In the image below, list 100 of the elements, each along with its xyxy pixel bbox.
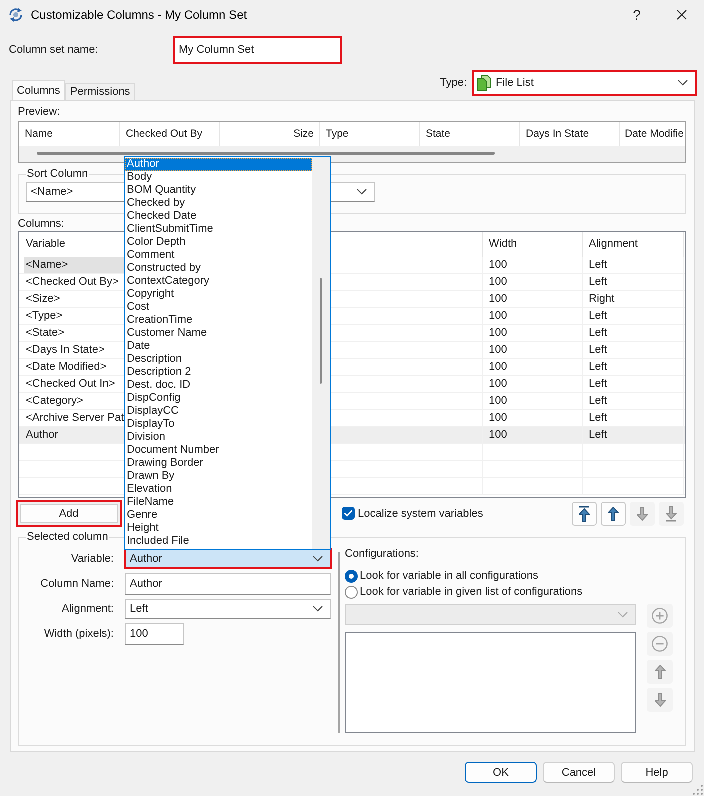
number-field[interactable]: 100 bbox=[125, 623, 184, 645]
field-label: Column Name: bbox=[40, 578, 114, 590]
dialog-button[interactable]: OK bbox=[465, 762, 537, 783]
chevron-down-icon bbox=[678, 80, 688, 86]
table-cell: 100 bbox=[483, 257, 583, 273]
table-cell: 100 bbox=[483, 410, 583, 426]
list-item[interactable]: Drawing Border bbox=[125, 457, 312, 470]
table-cell-text: <Archive Server Pat bbox=[25, 411, 124, 426]
move-top-button[interactable] bbox=[572, 502, 597, 526]
arrow-down-icon bbox=[637, 506, 648, 520]
radio-label: Look for variable in all configurations bbox=[360, 570, 539, 582]
arrow-up-to-line-icon bbox=[579, 506, 590, 522]
table-cell-text: <Date Modified> bbox=[25, 360, 108, 375]
table-cell: 100 bbox=[483, 427, 583, 443]
list-item[interactable]: Division bbox=[125, 431, 312, 444]
checkmark-icon bbox=[344, 510, 353, 517]
list-item[interactable]: ContextCategory bbox=[125, 275, 312, 288]
radio-label: Look for variable in given list of configurations bbox=[360, 586, 583, 598]
dialog-button[interactable]: Cancel bbox=[543, 762, 615, 783]
chevron-down-icon bbox=[313, 556, 323, 562]
column-header: Variable bbox=[25, 237, 67, 252]
list-item[interactable]: Date bbox=[125, 340, 312, 353]
circular-arrows-icon bbox=[8, 7, 24, 23]
table-cell: Left bbox=[583, 427, 684, 443]
list-item[interactable]: Author bbox=[125, 158, 312, 171]
table-cell: 100 bbox=[483, 393, 583, 409]
list-item[interactable]: Checked Date bbox=[125, 210, 312, 223]
minus-circle-icon bbox=[652, 636, 668, 652]
table-cell: Left bbox=[583, 393, 684, 409]
table-cell: Left bbox=[583, 257, 684, 273]
list-item[interactable]: Constructed by bbox=[125, 262, 312, 275]
list-item[interactable]: Genre bbox=[125, 509, 312, 522]
table-cell: Left bbox=[583, 376, 684, 392]
table-cell: 100 bbox=[483, 342, 583, 358]
list-item[interactable]: Height bbox=[125, 522, 312, 535]
list-item[interactable]: BOM Quantity bbox=[125, 184, 312, 197]
field-label: Column set name: bbox=[9, 44, 100, 56]
dropdown[interactable]: File List bbox=[472, 70, 697, 96]
checkbox[interactable] bbox=[342, 507, 355, 520]
field-label: Type: bbox=[440, 77, 467, 89]
column-header: Date Modifie bbox=[624, 127, 685, 142]
column-header: Type bbox=[320, 122, 420, 146]
list-item[interactable]: ClientSubmitTime bbox=[125, 223, 312, 236]
list-item[interactable]: Drawn By bbox=[125, 470, 312, 483]
add-button[interactable]: Add bbox=[16, 500, 122, 527]
table-cell: <Name> bbox=[24, 257, 124, 273]
text-field[interactable]: My Column Set bbox=[173, 36, 342, 64]
table-cell-text: <Type> bbox=[25, 309, 64, 324]
list-item[interactable]: Elevation bbox=[125, 483, 312, 496]
list-item[interactable]: CreationTime bbox=[125, 314, 312, 327]
list-item[interactable]: Color Depth bbox=[125, 236, 312, 249]
list-item[interactable]: DispConfig bbox=[125, 392, 312, 405]
resize-grip-icon bbox=[693, 785, 703, 795]
tab[interactable]: Permissions bbox=[65, 83, 136, 100]
table-cell: Left bbox=[583, 342, 684, 358]
radio-button[interactable] bbox=[345, 570, 358, 582]
arrow-down-to-line-icon bbox=[666, 506, 677, 522]
table-cell-text: <Checked Out In> bbox=[25, 377, 116, 392]
arrow-up-icon bbox=[608, 506, 619, 520]
scrollbar[interactable] bbox=[312, 157, 330, 549]
dialog-button[interactable]: Help bbox=[621, 762, 693, 783]
dropdown[interactable]: Author bbox=[124, 548, 332, 569]
scrollbar-thumb[interactable] bbox=[37, 152, 495, 155]
arrow-down-icon bbox=[654, 693, 666, 707]
list-item[interactable]: Copyright bbox=[125, 288, 312, 301]
list-item[interactable]: Document Number bbox=[125, 444, 312, 457]
arrow-up-icon bbox=[654, 665, 666, 679]
table-cell: 100 bbox=[483, 308, 583, 324]
table-cell-text: <Size> bbox=[25, 292, 62, 307]
list-item[interactable]: Dest. doc. ID bbox=[125, 379, 312, 392]
column-header: Size bbox=[220, 122, 320, 146]
table-cell: 100 bbox=[483, 274, 583, 290]
list-item[interactable]: Included File bbox=[125, 535, 312, 548]
list-item[interactable]: Description 2 bbox=[125, 366, 312, 379]
scrollbar-thumb[interactable] bbox=[320, 278, 322, 384]
field-label: Variable: bbox=[71, 552, 114, 564]
text-field[interactable]: Author bbox=[125, 573, 331, 595]
table-cell: 100 bbox=[483, 291, 583, 307]
chevron-down-icon bbox=[313, 606, 323, 612]
table-cell: Left bbox=[583, 308, 684, 324]
group-title: Sort Column bbox=[26, 167, 90, 181]
tab[interactable]: Columns bbox=[12, 80, 66, 101]
table-cell: Left bbox=[583, 274, 684, 290]
dropdown[interactable]: Left bbox=[125, 599, 331, 619]
table-cell: 100 bbox=[483, 376, 583, 392]
column-header: Checked Out By bbox=[120, 122, 220, 146]
chevron-down-icon bbox=[618, 612, 628, 618]
section-label: Preview: bbox=[18, 105, 60, 119]
table-cell-text: Author bbox=[25, 428, 60, 443]
radio-button[interactable] bbox=[345, 586, 358, 598]
table-cell: Left bbox=[583, 359, 684, 375]
list-item[interactable]: Customer Name bbox=[125, 327, 312, 340]
list-item[interactable]: Body bbox=[125, 171, 312, 184]
list-item[interactable]: FileName bbox=[125, 496, 312, 509]
column-header: Alignment bbox=[583, 232, 684, 257]
help-button[interactable]: ? bbox=[614, 0, 660, 30]
column-header: Name bbox=[19, 122, 120, 146]
move-up-button[interactable] bbox=[601, 502, 626, 526]
list-box[interactable] bbox=[345, 632, 636, 733]
list-item[interactable]: Checked by bbox=[125, 197, 312, 210]
